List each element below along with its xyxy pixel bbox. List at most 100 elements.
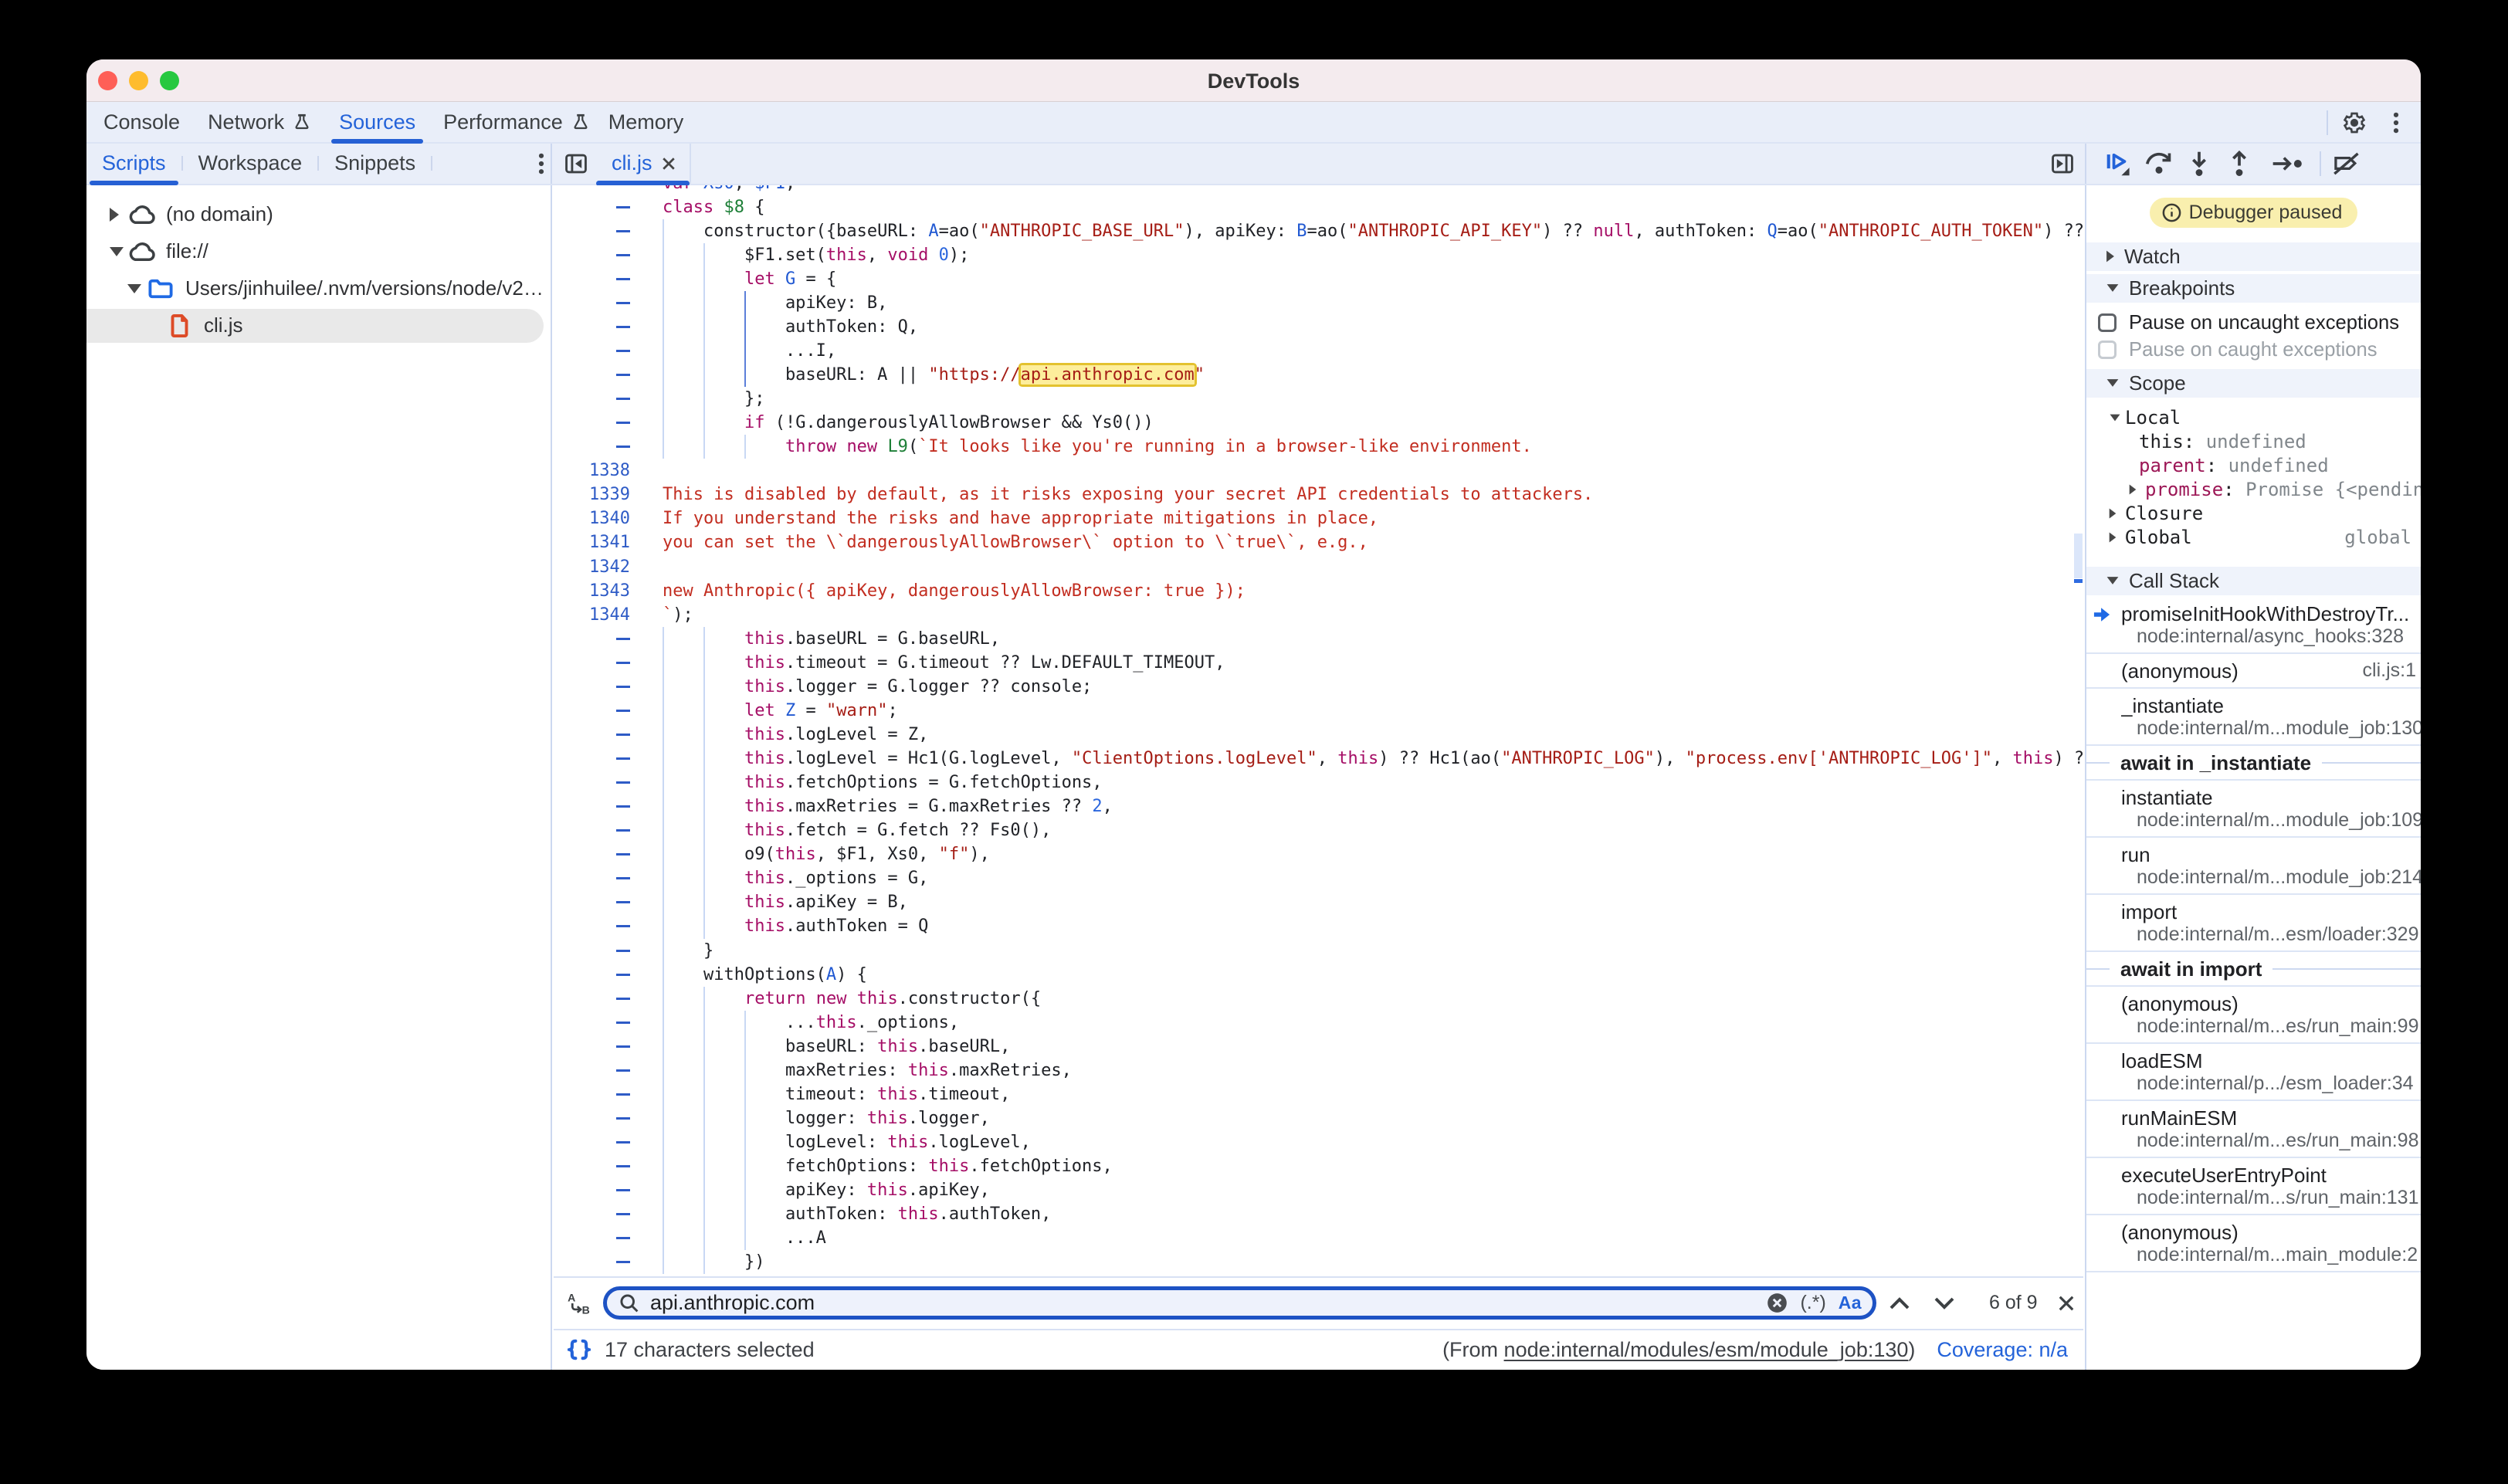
step-icon[interactable] xyxy=(2267,145,2307,182)
call-stack-frame[interactable]: executeUserEntryPointnode:internal/m...s… xyxy=(2086,1158,2421,1215)
call-stack-frame[interactable]: loadESMnode:internal/p.../esm_loader:34 xyxy=(2086,1044,2421,1101)
coverage-link[interactable]: Coverage: n/a xyxy=(1937,1338,2068,1362)
navigator-more-kebab-icon[interactable] xyxy=(530,152,552,175)
checkbox[interactable] xyxy=(2098,313,2117,332)
breakpoint-option[interactable]: Pause on caught exceptions xyxy=(2086,337,2421,364)
collapsed-arrow-icon[interactable] xyxy=(2106,251,2114,263)
gutter-dash[interactable] xyxy=(554,267,630,291)
tab-console[interactable]: Console xyxy=(90,102,194,142)
expanded-arrow-icon[interactable] xyxy=(2107,284,2119,292)
expanded-arrow-icon[interactable] xyxy=(2110,415,2120,422)
gutter-dash[interactable] xyxy=(554,914,630,938)
gutter-line-number[interactable]: 1339 xyxy=(554,483,630,507)
breakpoint-option[interactable]: Pause on uncaught exceptions xyxy=(2086,310,2421,337)
gutter-dash[interactable] xyxy=(554,195,630,219)
tab-network[interactable]: Network xyxy=(194,102,325,142)
gutter-line-number[interactable]: 1340 xyxy=(554,507,630,530)
gutter-dash[interactable] xyxy=(554,435,630,459)
call-stack-frame[interactable]: runnode:internal/m...module_job:214 xyxy=(2086,838,2421,895)
expanded-arrow-icon[interactable] xyxy=(2107,379,2119,387)
close-search-icon[interactable] xyxy=(2058,1295,2075,1312)
hide-navigator-icon[interactable] xyxy=(564,152,588,175)
gutter-dash[interactable] xyxy=(554,818,630,842)
call-stack-frame[interactable]: _instantiatenode:internal/m...module_job… xyxy=(2086,689,2421,746)
pretty-print-icon[interactable] xyxy=(568,1339,591,1360)
gutter-line-number[interactable]: 1343 xyxy=(554,579,630,603)
gutter-line-number[interactable]: 1338 xyxy=(554,459,630,483)
navigator-tab-snippets[interactable]: Snippets xyxy=(319,144,431,184)
gutter-dash[interactable] xyxy=(554,747,630,771)
call-stack-frame[interactable]: (anonymous)node:internal/m...main_module… xyxy=(2086,1215,2421,1272)
scope-row-promise[interactable]: promise: Promise {<pending>} xyxy=(2086,478,2421,502)
gutter-dash[interactable] xyxy=(554,842,630,866)
gutter-dash[interactable] xyxy=(554,963,630,987)
gutter-dash[interactable] xyxy=(554,219,630,243)
gutter-dash[interactable] xyxy=(554,723,630,747)
gutter-dash[interactable] xyxy=(554,939,630,963)
gutter-dash[interactable] xyxy=(554,771,630,795)
tab-memory[interactable]: Memory xyxy=(595,102,698,142)
gutter-dash[interactable] xyxy=(554,699,630,723)
call-stack-frame[interactable]: (anonymous)node:internal/m...es/run_main… xyxy=(2086,987,2421,1044)
tree-item--no-domain-[interactable]: (no domain) xyxy=(86,196,551,233)
gutter-line-number[interactable]: 1344 xyxy=(554,603,630,627)
collapsed-arrow-icon[interactable] xyxy=(2110,509,2117,519)
gutter-dash[interactable] xyxy=(554,651,630,675)
previous-match-icon[interactable] xyxy=(1889,1296,1910,1310)
section-scope[interactable]: Scope xyxy=(2086,368,2421,399)
settings-gear-icon[interactable] xyxy=(2342,110,2367,135)
tab-sources[interactable]: Sources xyxy=(325,102,429,142)
gutter-dash[interactable] xyxy=(554,1178,630,1202)
close-tab-icon[interactable] xyxy=(662,157,676,171)
match-case-toggle[interactable]: Aa xyxy=(1839,1293,1862,1313)
more-options-kebab-icon[interactable] xyxy=(2385,111,2407,134)
gutter-line-number[interactable]: 1341 xyxy=(554,530,630,554)
resume-script-icon[interactable] xyxy=(2099,145,2139,182)
tree-item-users-jinhuilee-nvm-versions-node-v2-[interactable]: Users/jinhuilee/.nvm/versions/node/v2… xyxy=(86,270,551,307)
source-map-link[interactable]: node:internal/modules/esm/module_job:130 xyxy=(1504,1338,1909,1361)
gutter-line-number[interactable]: 1342 xyxy=(554,555,630,579)
call-stack-frame[interactable]: instantiatenode:internal/m...module_job:… xyxy=(2086,781,2421,838)
clear-search-icon[interactable] xyxy=(1767,1293,1788,1313)
call-stack-frame[interactable]: runMainESMnode:internal/m...es/run_main:… xyxy=(2086,1101,2421,1158)
next-match-icon[interactable] xyxy=(1934,1296,1955,1310)
scope-row-parent[interactable]: parent: undefined xyxy=(2086,454,2421,478)
gutter-dash[interactable] xyxy=(554,243,630,267)
step-over-icon[interactable] xyxy=(2139,145,2179,182)
gutter-dash[interactable] xyxy=(554,185,630,195)
expanded-arrow-icon[interactable] xyxy=(110,247,124,256)
section-breakpoints[interactable]: Breakpoints xyxy=(2086,273,2421,304)
gutter-dash[interactable] xyxy=(554,411,630,435)
gutter-dash[interactable] xyxy=(554,1202,630,1226)
gutter-dash[interactable] xyxy=(554,1226,630,1250)
expanded-arrow-icon[interactable] xyxy=(127,284,141,293)
scope-row-global[interactable]: Globalglobal xyxy=(2086,526,2421,550)
tree-item-file-[interactable]: file:// xyxy=(86,233,551,270)
scope-row-this[interactable]: this: undefined xyxy=(2086,430,2421,454)
gutter-dash[interactable] xyxy=(554,1059,630,1083)
collapsed-arrow-icon[interactable] xyxy=(2110,533,2117,543)
gutter-dash[interactable] xyxy=(554,866,630,890)
scope-row-closure[interactable]: Closure xyxy=(2086,502,2421,526)
gutter-dash[interactable] xyxy=(554,363,630,387)
gutter-dash[interactable] xyxy=(554,1011,630,1035)
navigator-tab-workspace[interactable]: Workspace xyxy=(183,144,318,184)
gutter-dash[interactable] xyxy=(554,1035,630,1059)
call-stack-frame[interactable]: importnode:internal/m...esm/loader:329 xyxy=(2086,895,2421,952)
gutter-dash[interactable] xyxy=(554,1130,630,1154)
step-into-icon[interactable] xyxy=(2179,145,2219,182)
gutter-dash[interactable] xyxy=(554,987,630,1011)
gutter-dash[interactable] xyxy=(554,675,630,699)
gutter-dash[interactable] xyxy=(554,339,630,363)
gutter-dash[interactable] xyxy=(554,627,630,651)
step-out-icon[interactable] xyxy=(2219,145,2259,182)
section-call-stack[interactable]: Call Stack xyxy=(2086,565,2421,597)
gutter-dash[interactable] xyxy=(554,1250,630,1274)
regex-toggle[interactable]: (.*) xyxy=(1800,1292,1825,1314)
expanded-arrow-icon[interactable] xyxy=(2107,577,2119,584)
scope-row-local[interactable]: Local xyxy=(2086,406,2421,430)
gutter-dash[interactable] xyxy=(554,1106,630,1130)
search-input-pill[interactable]: (.*) Aa xyxy=(603,1286,1876,1320)
tree-item-cli-js[interactable]: cli.js xyxy=(86,307,551,344)
gutter-dash[interactable] xyxy=(554,890,630,914)
